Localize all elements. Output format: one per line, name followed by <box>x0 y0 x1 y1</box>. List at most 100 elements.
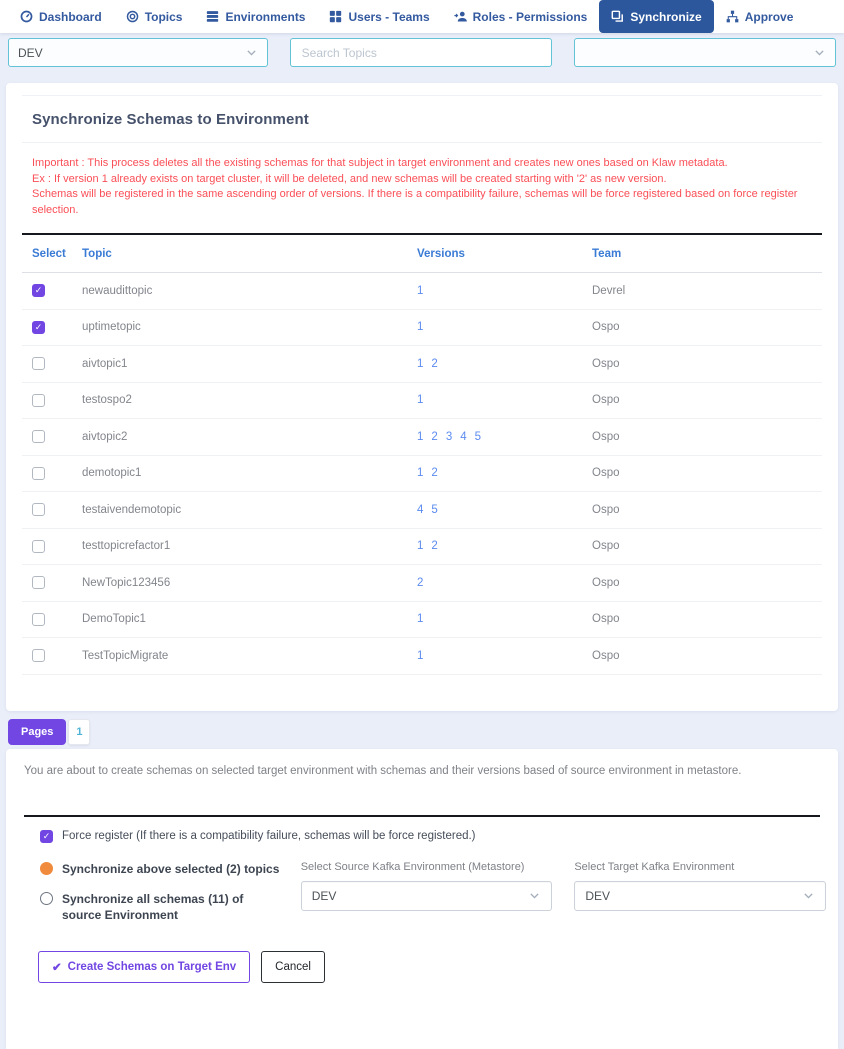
version-link[interactable]: 3 <box>446 431 452 443</box>
users-teams-icon <box>329 10 342 23</box>
table-row: DemoTopic11Ospo <box>22 602 822 639</box>
source-env-label: Select Source Kafka Environment (Metasto… <box>301 861 553 873</box>
nav-item-label: Approve <box>745 10 794 24</box>
topic-name: testospo2 <box>72 394 407 406</box>
radio-button[interactable] <box>40 862 53 875</box>
sync-mode-option[interactable]: Synchronize above selected (2) topics <box>40 861 281 877</box>
environment-filter-select[interactable]: DEV <box>8 38 268 67</box>
info-text: You are about to create schemas on selec… <box>24 765 826 777</box>
team-name: Ospo <box>582 467 822 479</box>
column-header-topic: Topic <box>72 248 407 260</box>
version-link[interactable]: 1 <box>417 321 423 333</box>
team-name: Ospo <box>582 431 822 443</box>
force-register-checkbox[interactable]: ✓ <box>40 830 53 843</box>
topics-icon <box>126 10 139 23</box>
nav-item-label: Roles - Permissions <box>473 10 588 24</box>
target-env-label: Select Target Kafka Environment <box>574 861 826 873</box>
team-name: Ospo <box>582 504 822 516</box>
page-title: Synchronize Schemas to Environment <box>22 96 822 142</box>
source-env-select[interactable]: DEV <box>301 881 553 911</box>
sync-mode-radio-group: Synchronize above selected (2) topics Syn… <box>40 861 281 937</box>
row-checkbox[interactable] <box>32 467 45 480</box>
table-row: aivtopic2 12345 Ospo <box>22 419 822 456</box>
version-link[interactable]: 4 <box>417 504 423 516</box>
sync-mode-option[interactable]: Synchronize all schemas (11) of source E… <box>40 891 281 923</box>
team-name: Devrel <box>582 285 822 297</box>
version-link[interactable]: 1 <box>417 540 423 552</box>
nav-item-environments[interactable]: Environments <box>194 0 317 33</box>
team-name: Ospo <box>582 321 822 333</box>
nav-item-synchronize[interactable]: Synchronize <box>599 0 713 33</box>
topic-name: newaudittopic <box>72 285 407 297</box>
search-topics-input[interactable] <box>290 38 553 67</box>
version-link[interactable]: 2 <box>417 577 423 589</box>
row-checkbox[interactable] <box>32 430 45 443</box>
source-env-group: Select Source Kafka Environment (Metasto… <box>301 861 553 911</box>
version-links: 12 <box>407 467 582 479</box>
table-row: ✓ newaudittopic 1 Devrel <box>22 273 822 310</box>
warning-text: Important : This process deletes all the… <box>22 143 822 233</box>
environment-filter-value: DEV <box>18 46 43 60</box>
version-link[interactable]: 1 <box>417 285 423 297</box>
row-checkbox[interactable] <box>32 503 45 516</box>
row-checkbox[interactable] <box>32 649 45 662</box>
nav-item-label: Topics <box>145 10 183 24</box>
row-checkbox[interactable] <box>32 394 45 407</box>
nav-item-dashboard[interactable]: Dashboard <box>8 0 114 33</box>
action-buttons: ✔ Create Schemas on Target Env Cancel <box>38 951 826 983</box>
table-row: NewTopic1234562Ospo <box>22 565 822 602</box>
column-header-select: Select <box>22 248 72 260</box>
row-checkbox[interactable] <box>32 613 45 626</box>
topic-name: uptimetopic <box>72 321 407 333</box>
radio-button[interactable] <box>40 892 53 905</box>
version-link[interactable]: 2 <box>431 431 437 443</box>
target-env-select[interactable]: DEV <box>574 881 826 911</box>
nav-item-approve[interactable]: Approve <box>714 0 806 33</box>
row-checkbox[interactable]: ✓ <box>32 321 45 334</box>
team-filter-select[interactable] <box>574 38 836 67</box>
chevron-down-icon <box>813 46 826 59</box>
top-navbar: Dashboard Topics EnvironmentsUsers - Teams… <box>0 0 844 33</box>
source-env-value: DEV <box>312 889 337 903</box>
version-link[interactable]: 5 <box>431 504 437 516</box>
check-icon: ✔ <box>52 960 62 974</box>
chevron-down-icon <box>245 46 258 59</box>
cancel-button[interactable]: Cancel <box>261 951 325 983</box>
version-link[interactable]: 2 <box>431 358 437 370</box>
version-link[interactable]: 4 <box>460 431 466 443</box>
approve-icon <box>726 10 739 23</box>
table-row: demotopic112Ospo <box>22 456 822 493</box>
version-link[interactable]: 2 <box>431 467 437 479</box>
radio-label: Synchronize all schemas (11) of source E… <box>62 891 281 923</box>
version-link[interactable]: 1 <box>417 467 423 479</box>
version-link[interactable]: 1 <box>417 613 423 625</box>
version-link[interactable]: 1 <box>417 394 423 406</box>
team-name: Ospo <box>582 613 822 625</box>
nav-item-topics[interactable]: Topics <box>114 0 195 33</box>
column-header-team: Team <box>582 248 822 260</box>
version-link[interactable]: 1 <box>417 650 423 662</box>
version-links: 1 <box>407 613 582 625</box>
table-row: testospo21Ospo <box>22 383 822 420</box>
table-header-row: SelectTopicVersionsTeam <box>22 235 822 273</box>
row-checkbox[interactable] <box>32 357 45 370</box>
create-schemas-label: Create Schemas on Target Env <box>68 961 237 973</box>
page-number-button[interactable]: 1 <box>68 719 90 745</box>
version-link[interactable]: 5 <box>475 431 481 443</box>
version-link[interactable]: 1 <box>417 431 423 443</box>
row-checkbox[interactable] <box>32 540 45 553</box>
filter-bar: DEV <box>0 33 844 73</box>
dashboard-icon <box>20 10 33 23</box>
nav-item-roles-permissions[interactable]: Roles - Permissions <box>442 0 600 33</box>
pages-label-button[interactable]: Pages <box>8 719 66 745</box>
version-links: 12 <box>407 540 582 552</box>
topic-name: aivtopic2 <box>72 431 407 443</box>
row-checkbox[interactable] <box>32 576 45 589</box>
create-schemas-button[interactable]: ✔ Create Schemas on Target Env <box>38 951 250 983</box>
version-link[interactable]: 1 <box>417 358 423 370</box>
topic-name: NewTopic123456 <box>72 577 407 589</box>
nav-item-users-teams[interactable]: Users - Teams <box>317 0 441 33</box>
version-link[interactable]: 2 <box>431 540 437 552</box>
row-checkbox[interactable]: ✓ <box>32 284 45 297</box>
force-register-row: ✓ Force register (If there is a compatib… <box>40 830 826 843</box>
